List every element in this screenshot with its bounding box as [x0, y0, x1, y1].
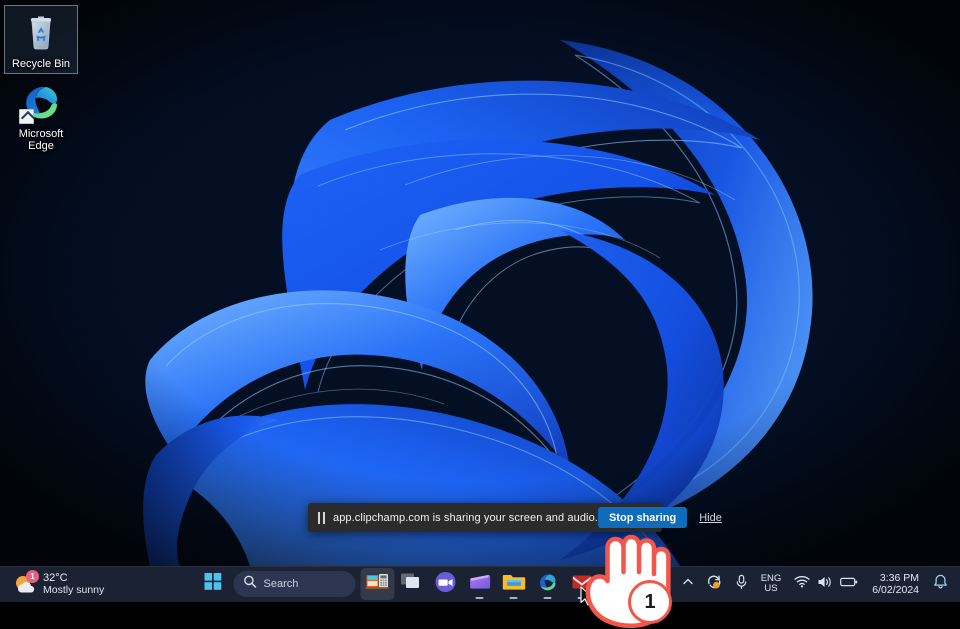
screen-letterbox	[0, 602, 960, 629]
teams-icon	[435, 571, 457, 598]
widgets-icon	[365, 571, 390, 598]
start-button[interactable]	[196, 568, 230, 600]
running-indicator	[543, 596, 552, 599]
taskbar-app-file-explorer[interactable]	[497, 568, 531, 600]
hide-link[interactable]: Hide	[699, 512, 722, 524]
tray-notifications-button[interactable]	[927, 569, 954, 599]
running-indicator	[509, 596, 518, 599]
clipchamp-icon	[468, 571, 491, 598]
desktop-icon-label-line1: Microsoft	[18, 128, 64, 140]
microphone-icon	[735, 574, 748, 595]
task-view-icon	[401, 572, 423, 596]
tray-sync-status[interactable]	[700, 569, 729, 599]
language-line2: US	[764, 583, 778, 594]
wifi-icon	[794, 575, 810, 593]
desktop-icon-label: Recycle Bin	[11, 58, 71, 70]
taskbar-app-widgets[interactable]	[360, 568, 395, 600]
edge-icon	[537, 571, 559, 598]
snipping-tool-icon	[605, 572, 627, 597]
sync-icon	[706, 574, 723, 595]
desktop-icon-label-line2: Edge	[28, 140, 54, 152]
step-number-badge: 1	[628, 580, 672, 624]
chevron-up-icon	[682, 575, 694, 593]
search-input[interactable]: Search	[233, 571, 356, 597]
search-icon	[244, 575, 257, 593]
tray-microphone[interactable]	[729, 569, 754, 599]
file-explorer-icon	[502, 571, 525, 597]
weather-temperature: 32°C	[43, 572, 68, 584]
taskbar-app-microsoft-edge[interactable]	[531, 568, 565, 600]
screen: Recycle Bin Microsoft Edge app.clipchamp…	[0, 0, 960, 629]
taskbar-app-microsoft-teams[interactable]	[429, 568, 463, 600]
weather-condition: Mostly sunny	[43, 584, 105, 596]
weather-badge: 1	[26, 570, 39, 583]
pause-icon	[317, 511, 326, 524]
tray-quick-settings[interactable]	[788, 569, 864, 599]
clock-date: 6/02/2024	[872, 584, 919, 596]
running-indicator	[611, 596, 620, 599]
tray-language-indicator[interactable]: ENG US	[754, 569, 789, 599]
desktop-icon-recycle-bin[interactable]: Recycle Bin	[4, 5, 78, 74]
stop-sharing-button[interactable]: Stop sharing	[597, 507, 688, 528]
desktop-wallpaper[interactable]: Recycle Bin Microsoft Edge app.clipchamp…	[0, 0, 960, 566]
bell-icon	[933, 574, 948, 595]
taskbar-center-cluster: Search	[196, 566, 633, 602]
wallpaper-bloom-graphic	[0, 0, 960, 566]
sun-cloud-icon: 1	[12, 570, 39, 596]
battery-icon	[840, 575, 858, 593]
running-indicator	[475, 596, 484, 599]
tray-overflow-button[interactable]	[676, 569, 700, 599]
tray-clock[interactable]: 3:36 PM 6/02/2024	[864, 569, 927, 599]
taskbar-app-clipchamp[interactable]	[463, 568, 497, 600]
clock-time: 3:36 PM	[879, 572, 919, 584]
search-placeholder: Search	[263, 578, 299, 590]
screen-sharing-bar: app.clipchamp.com is sharing your screen…	[308, 503, 722, 532]
windows-logo-icon	[204, 573, 221, 595]
taskbar-app-snipping-tool[interactable]	[599, 568, 633, 600]
system-tray: ENG US 3:36 PM 6/02/2024	[676, 566, 960, 602]
taskbar: 1 32°C Mostly sunny Search ENG US 3:36 P…	[0, 566, 960, 602]
speaker-icon	[817, 575, 833, 594]
weather-widget[interactable]: 1 32°C Mostly sunny	[8, 568, 112, 600]
desktop-icon-microsoft-edge[interactable]: Microsoft Edge	[4, 76, 78, 155]
shortcut-arrow-icon	[19, 109, 34, 124]
sharing-message: app.clipchamp.com is sharing your screen…	[333, 511, 598, 524]
recycle-bin-icon	[19, 10, 63, 54]
taskbar-app-task-view[interactable]	[395, 568, 429, 600]
mouse-cursor	[580, 586, 594, 606]
edge-icon	[19, 80, 63, 124]
